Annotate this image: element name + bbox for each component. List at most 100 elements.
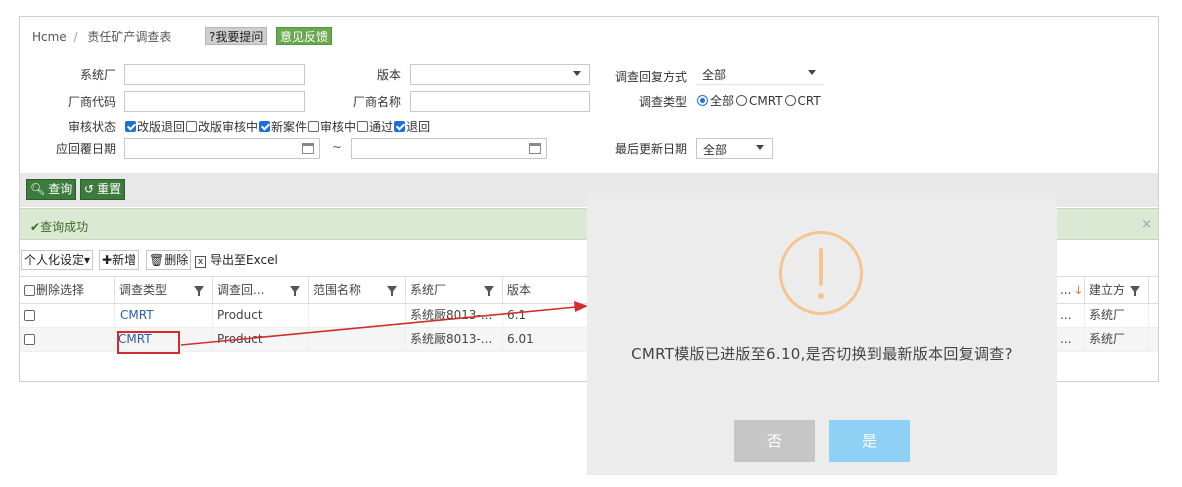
radio-cmrt[interactable]: CMRT xyxy=(736,94,783,108)
breadcrumb-current: 责任矿产调查表 xyxy=(87,30,172,44)
reset-icon: ↺ xyxy=(84,182,95,196)
status-option-new-case[interactable]: 新案件 xyxy=(259,118,307,135)
factory-name-input[interactable] xyxy=(410,91,590,112)
filter-icon[interactable] xyxy=(387,286,397,296)
col-scope-name[interactable]: 范围名称 xyxy=(309,277,406,304)
col-version[interactable]: 版本 xyxy=(503,277,588,304)
annotation-highlight-box xyxy=(117,331,180,354)
checkbox-checked-icon xyxy=(394,121,406,132)
close-icon[interactable]: × xyxy=(1141,217,1152,232)
filter-icon[interactable] xyxy=(194,286,204,296)
filter-icon[interactable] xyxy=(484,286,494,296)
radio-crt[interactable]: CRT xyxy=(784,94,821,108)
feedback-button[interactable]: 意见反馈 xyxy=(276,27,333,45)
checkbox-icon xyxy=(308,121,320,132)
success-message: ✔查询成功 xyxy=(30,220,89,234)
scope-cell: Product xyxy=(213,328,309,351)
ask-question-button[interactable]: ?我要提问 xyxy=(205,27,268,45)
caret-down-icon: ▾ xyxy=(84,253,91,267)
plus-icon: ✚ xyxy=(102,253,113,267)
creator-cell: 系统厂 xyxy=(1085,304,1149,327)
breadcrumb: Hcme / 责任矿产调查表 xyxy=(32,28,171,45)
reset-button[interactable]: ↺ 重置 xyxy=(80,179,126,200)
creator-cell: 系统厂 xyxy=(1085,328,1149,351)
calendar-icon[interactable] xyxy=(302,143,314,154)
chevron-down-icon xyxy=(573,71,581,76)
col-creator[interactable]: 建立方 xyxy=(1085,277,1149,304)
status-option-revise-reviewing[interactable]: 改版审核中 xyxy=(186,118,258,135)
col-survey-type[interactable]: 调查类型 xyxy=(115,277,213,304)
last-update-label: 最后更新日期 xyxy=(614,142,687,156)
add-button[interactable]: ✚新增 xyxy=(99,250,140,270)
checkbox-icon[interactable] xyxy=(24,285,35,296)
dialog-message: CMRT模版已进版至6.10,是否切换到最新版本回复调查? xyxy=(631,345,1013,363)
checkbox-icon xyxy=(186,121,198,132)
trash-icon: 🗑︎ xyxy=(149,253,165,267)
reply-mode-select[interactable]: 全部 xyxy=(696,64,824,85)
calendar-icon[interactable] xyxy=(529,143,541,154)
reply-mode-label: 调查回复方式 xyxy=(614,70,687,84)
factory-code-input[interactable] xyxy=(124,91,305,112)
no-button[interactable]: 否 xyxy=(734,420,815,462)
excel-icon: x xyxy=(195,256,206,268)
row-checkbox[interactable] xyxy=(24,334,35,345)
col-truncated[interactable]: ... ↓ xyxy=(1056,277,1085,304)
check-icon: ✔ xyxy=(30,220,41,234)
version-cell: 6.1 xyxy=(503,304,588,327)
breadcrumb-separator: / xyxy=(73,30,78,44)
breadcrumb-home[interactable]: Hcme xyxy=(32,30,67,44)
status-option-returned[interactable]: 退回 xyxy=(394,118,430,135)
reply-date-to-input[interactable] xyxy=(351,138,547,159)
supplier-input[interactable] xyxy=(124,64,305,85)
export-excel-button[interactable]: x 导出至Excel xyxy=(192,250,281,270)
supplier-cell: 系统厰8013-... xyxy=(406,328,503,351)
range-cell xyxy=(309,304,406,327)
radio-selected-icon xyxy=(697,95,708,106)
last-update-select[interactable]: 全部 xyxy=(696,138,773,159)
range-cell xyxy=(309,328,406,351)
survey-type-label: 调查类型 xyxy=(638,95,687,109)
survey-type-radio-group: 全部 CMRT CRT xyxy=(697,92,823,109)
reply-date-from-input[interactable] xyxy=(124,138,320,159)
status-option-passed[interactable]: 通过 xyxy=(357,118,393,135)
version-select[interactable] xyxy=(410,64,590,85)
col-survey-reply[interactable]: 调查回... xyxy=(213,277,309,304)
sort-desc-icon[interactable]: ↓ xyxy=(1073,283,1083,297)
search-button[interactable]: 🔍︎ 查询 xyxy=(26,179,77,200)
row-checkbox[interactable] xyxy=(24,310,35,321)
reply-date-label: 应回覆日期 xyxy=(55,142,116,156)
status-option-reviewing[interactable]: 审核中 xyxy=(308,118,356,135)
col-supplier[interactable]: 系统厂 xyxy=(406,277,503,304)
status-label: 审核状态 xyxy=(67,120,116,134)
scope-cell: Product xyxy=(213,304,309,327)
checkbox-checked-icon xyxy=(259,121,271,132)
yes-button[interactable]: 是 xyxy=(829,420,910,462)
survey-type-link[interactable]: CMRT xyxy=(115,304,213,327)
checkbox-icon xyxy=(357,121,369,132)
supplier-cell: 系统厰8013-... xyxy=(406,304,503,327)
status-checkbox-group: 改版退回 改版审核中 新案件 审核中 通过 退回 xyxy=(125,118,431,135)
last-update-value: 全部 xyxy=(703,143,728,157)
version-cell: 6.01 xyxy=(503,328,588,351)
truncated-cell: ... xyxy=(1056,328,1085,351)
radio-all[interactable]: 全部 xyxy=(697,92,734,109)
status-option-revise-returned[interactable]: 改版退回 xyxy=(125,118,185,135)
chevron-down-icon xyxy=(808,70,816,75)
version-label: 版本 xyxy=(376,68,401,82)
personalize-dropdown[interactable]: 个人化设定▾ xyxy=(21,250,94,270)
search-icon: 🔍︎ xyxy=(30,182,46,196)
filter-icon[interactable] xyxy=(1130,286,1140,296)
chevron-down-icon xyxy=(756,145,764,150)
filter-icon[interactable] xyxy=(290,286,300,296)
radio-icon xyxy=(784,95,796,106)
date-range-separator: ~ xyxy=(332,140,343,154)
checkbox-checked-icon xyxy=(125,121,136,132)
radio-icon xyxy=(736,95,748,106)
delete-button[interactable]: 🗑︎删除 xyxy=(146,250,192,270)
factory-name-label: 厂商名称 xyxy=(352,95,401,109)
truncated-cell: ... xyxy=(1056,304,1085,327)
confirm-dialog: CMRT模版已进版至6.10,是否切换到最新版本回复调查? 否 是 xyxy=(587,193,1057,475)
factory-code-label: 厂商代码 xyxy=(67,95,116,109)
col-delete-select[interactable]: 删除选择 xyxy=(20,277,115,304)
warning-icon xyxy=(779,231,863,315)
